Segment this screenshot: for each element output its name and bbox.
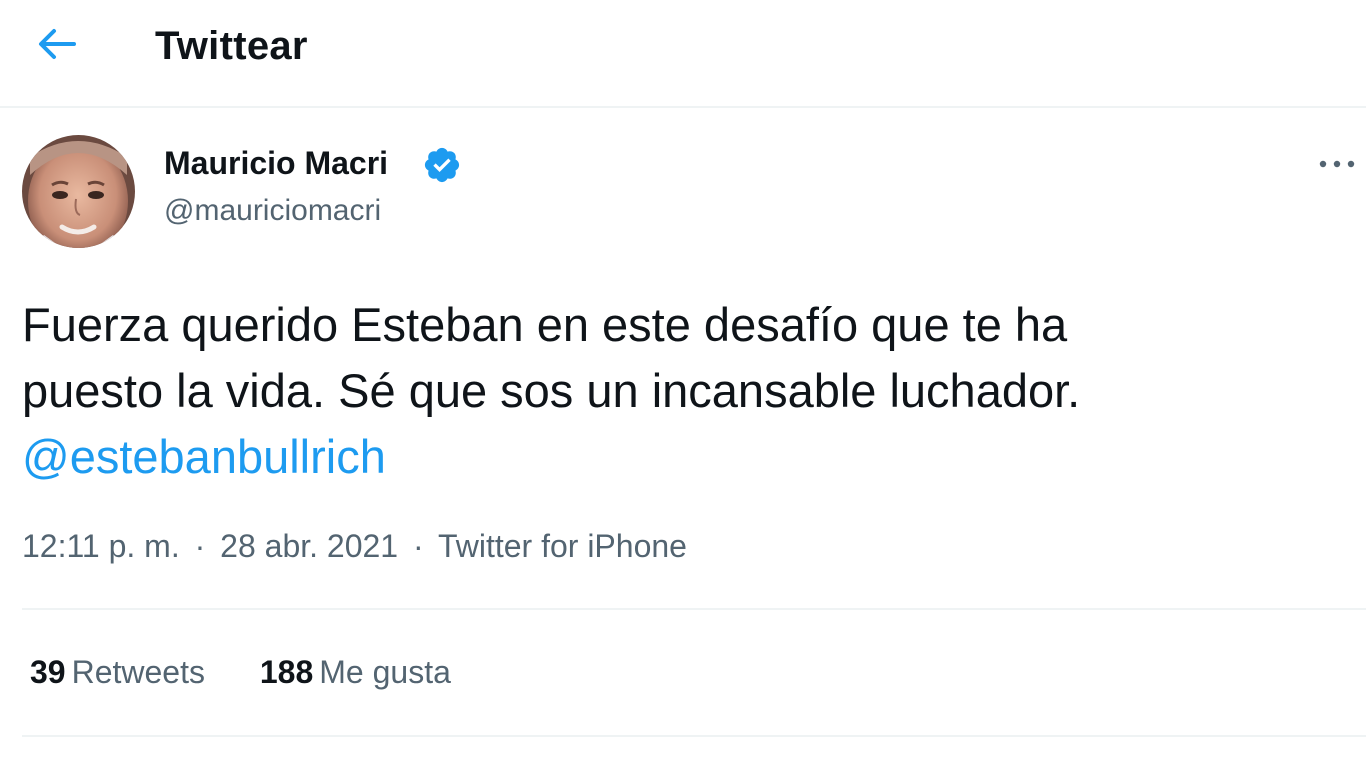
likes-count: 188 xyxy=(259,654,314,690)
tweet-text: Fuerza querido Esteban en este desafío q… xyxy=(22,292,1342,490)
mention-link[interactable]: @estebanbullrich xyxy=(22,424,1342,490)
divider xyxy=(22,608,1366,610)
tweet-metadata: 12:11 p. m. · 28 abr. 2021 · Twitter for… xyxy=(22,528,687,565)
likes-stat[interactable]: 188 Me gusta xyxy=(260,654,451,691)
retweets-stat[interactable]: 39 Retweets xyxy=(30,654,205,691)
separator-dot: · xyxy=(194,528,206,564)
verified-badge-icon xyxy=(424,147,460,183)
separator-dot: · xyxy=(412,528,424,564)
more-options-button[interactable] xyxy=(1312,146,1362,182)
retweets-count: 39 xyxy=(30,654,66,690)
page-title: Twittear xyxy=(155,24,308,68)
tweet-text-line: puesto la vida. Sé que sos un incansable… xyxy=(22,364,1081,417)
divider xyxy=(22,735,1366,737)
retweets-label: Retweets xyxy=(71,654,205,690)
tweet-date[interactable]: 28 abr. 2021 xyxy=(220,528,398,564)
avatar[interactable] xyxy=(22,135,135,248)
tweet-time[interactable]: 12:11 p. m. xyxy=(22,528,180,564)
arrow-left-icon xyxy=(39,29,76,59)
author-name[interactable]: Mauricio Macri xyxy=(164,145,388,182)
tweet-source[interactable]: Twitter for iPhone xyxy=(438,528,687,564)
back-button[interactable] xyxy=(30,22,82,66)
author-handle[interactable]: @mauriciomacri xyxy=(164,194,381,228)
engagement-stats: 39 Retweets 188 Me gusta xyxy=(30,654,497,691)
top-bar: Twittear xyxy=(0,0,1366,108)
more-horizontal-icon xyxy=(1319,160,1355,168)
tweet-text-line: Fuerza querido Esteban en este desafío q… xyxy=(22,298,1068,351)
likes-label: Me gusta xyxy=(319,654,451,690)
avatar-image xyxy=(22,135,135,248)
